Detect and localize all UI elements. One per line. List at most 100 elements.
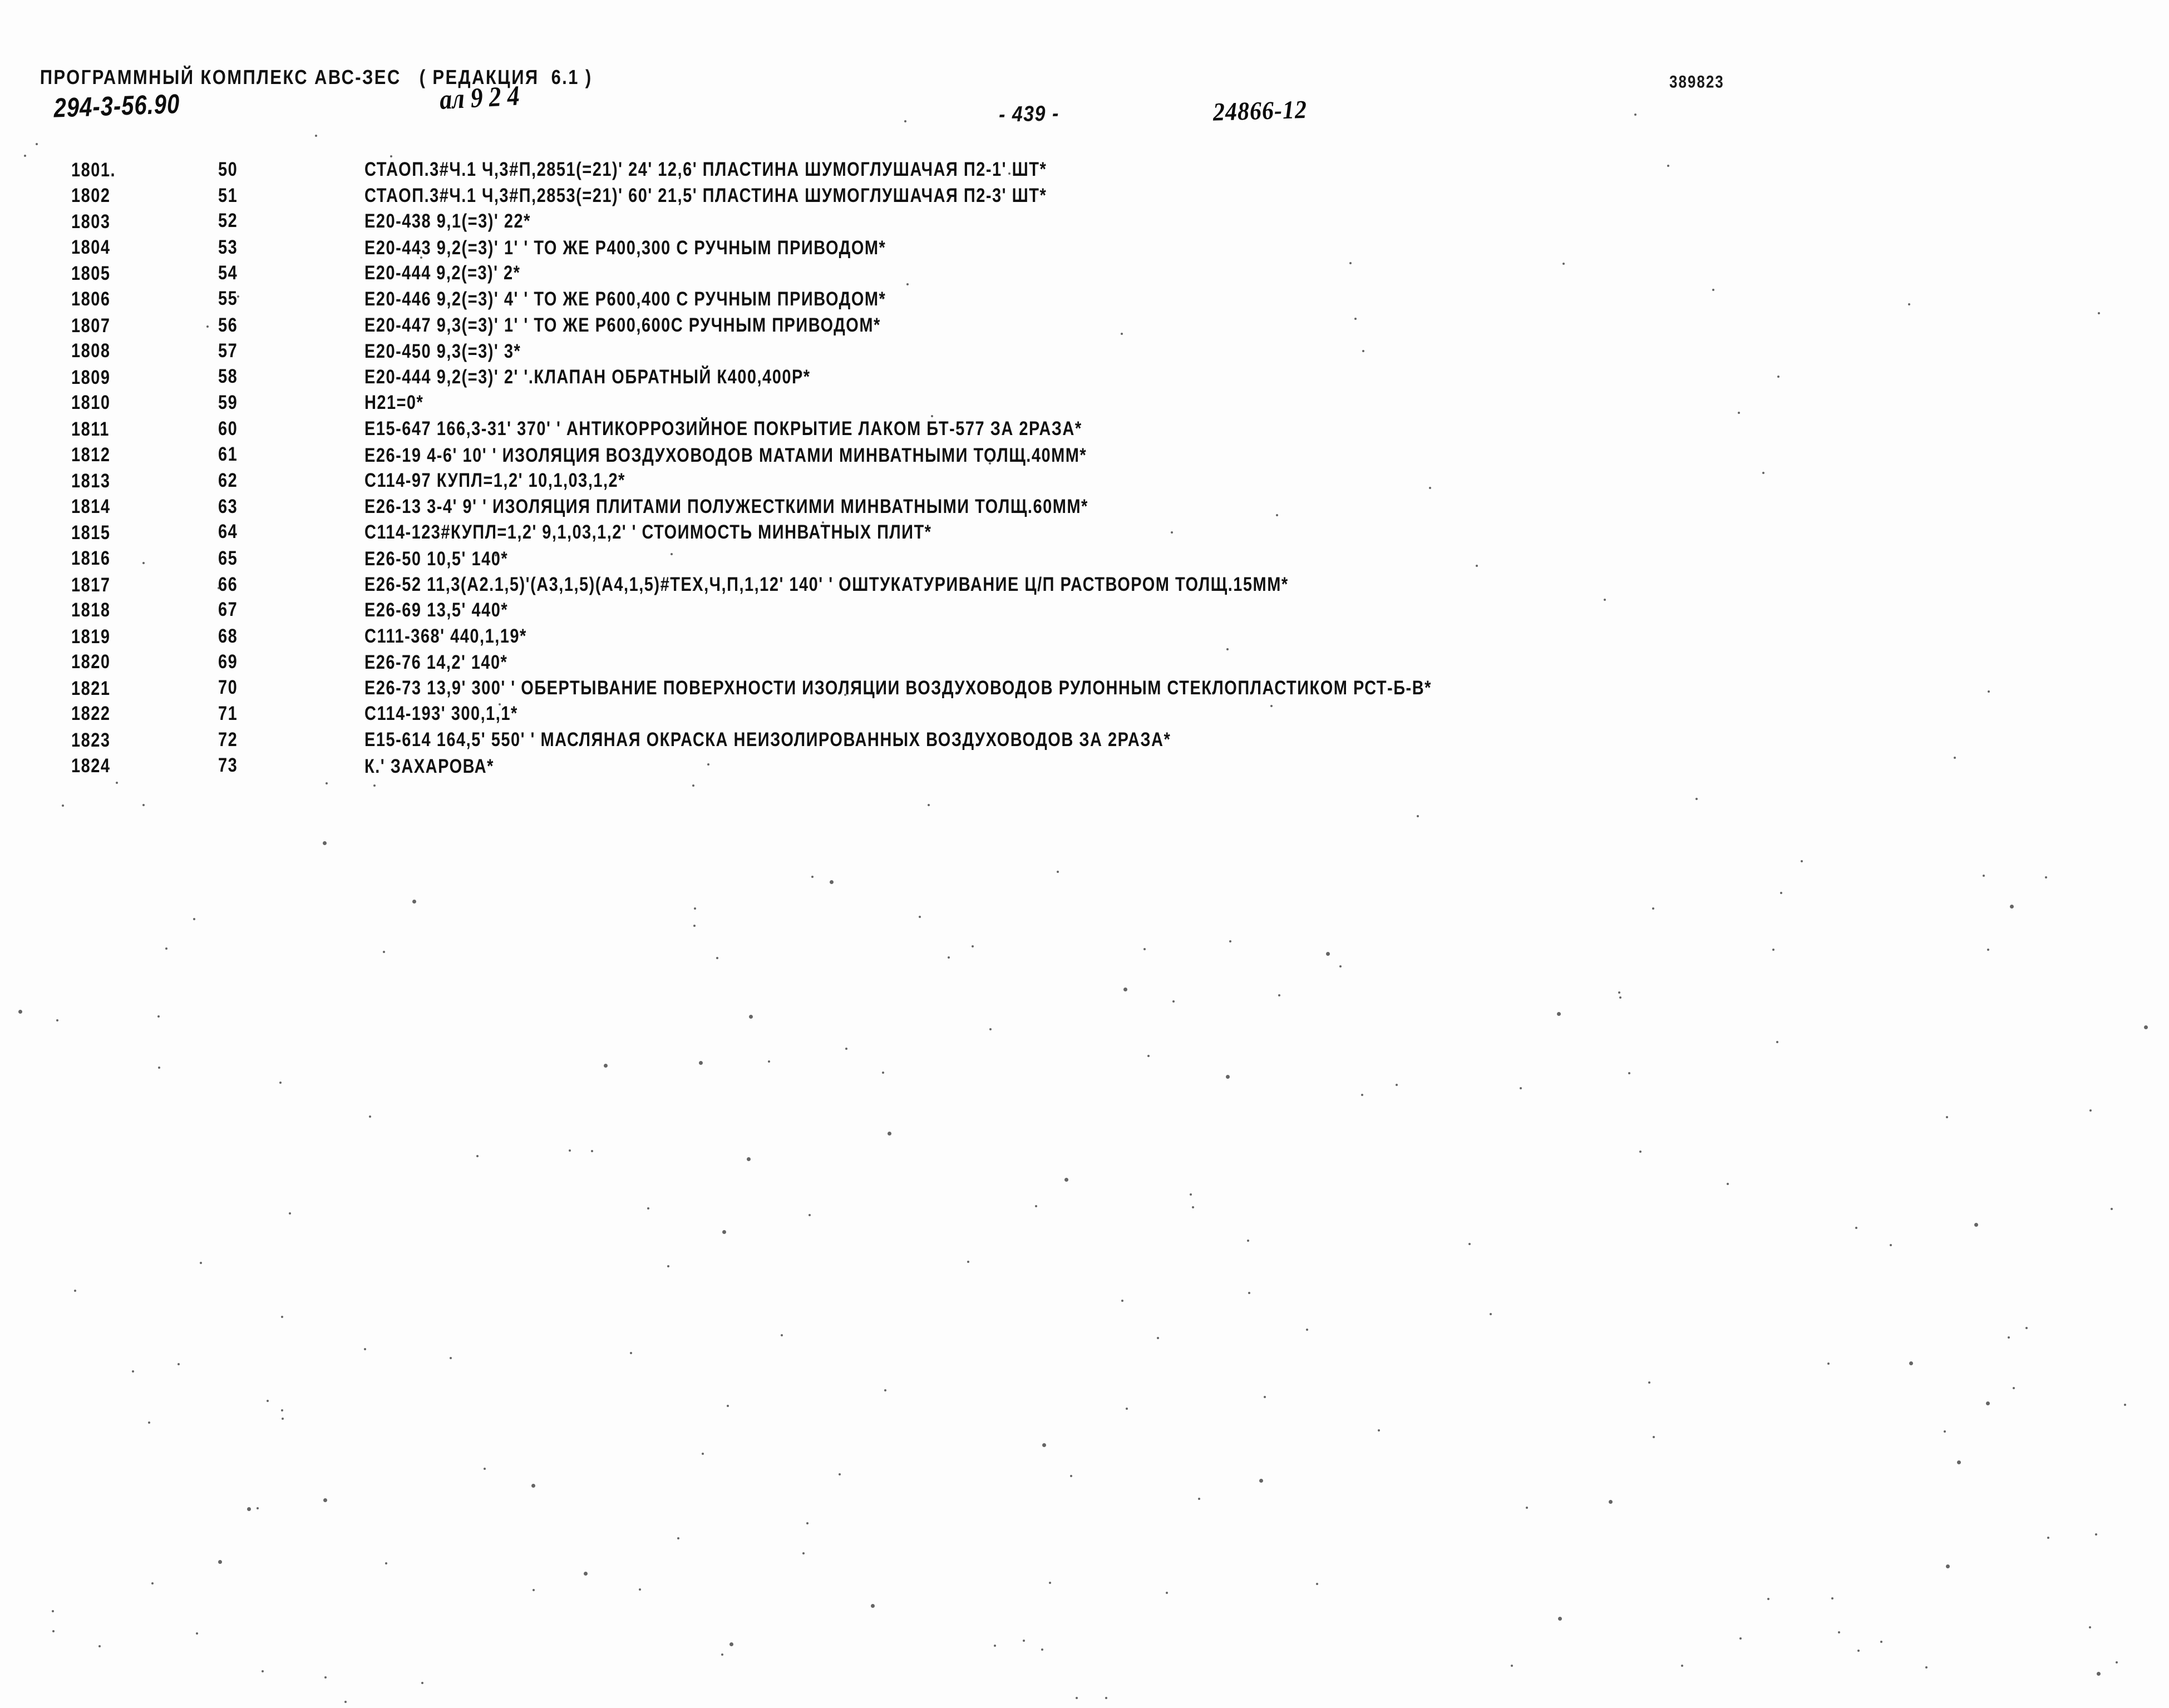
listing-statement-text: СТАОП.3#Ч.1 Ч,3#П,2851(=21)' 24' 12,6' П… (364, 159, 1047, 181)
listing-row: 1809 58 Е20-444 9,2(=3)' 2' '.КЛАПАН ОБРАТ… (0, 366, 2169, 393)
listing-sequence-number: 1818 (71, 600, 111, 621)
listing-statement-text: Е20-438 9,1(=3)' 22* (364, 211, 531, 233)
listing-row: 1805 54 Е20-444 9,2(=3)' 2* (0, 263, 2169, 289)
listing-line-number: 64 (218, 521, 238, 543)
listing-statement-text: Е20-447 9,3(=3)' 1' ' ТО ЖЕ Р600,600С РУ… (364, 314, 881, 336)
listing-sequence-number: 1822 (71, 703, 111, 725)
listing-line-number: 72 (218, 729, 238, 751)
listing-statement-text: Е26-52 11,3(А2.1,5)'(А3,1,5)(А4,1,5)#ТЕХ… (364, 574, 1289, 595)
listing-line-number: 73 (218, 754, 238, 777)
listing-line-number: 61 (218, 443, 238, 465)
listing-sequence-number: 1802 (71, 185, 111, 206)
listing-statement-text: С114-193' 300,1,1* (364, 703, 518, 725)
listing-line-number: 68 (218, 625, 238, 648)
listing-sequence-number: 1806 (71, 288, 111, 310)
listing-line-number: 63 (218, 496, 238, 518)
listing-row: 1803 52 Е20-438 9,1(=3)' 22* (0, 210, 2169, 237)
listing-statement-text: Е26-73 13,9' 300' ' ОБЕРТЫВАНИЕ ПОВЕРХНО… (364, 677, 1432, 699)
listing-row: 1813 62 С114-97 КУПЛ=1,2' 10,1,03,1,2* (0, 470, 2169, 496)
listing-line-number: 51 (218, 185, 238, 206)
listing-statement-text: Е26-50 10,5' 140* (364, 548, 509, 570)
listing-line-number: 55 (218, 288, 238, 310)
listing-sequence-number: 1809 (71, 367, 111, 389)
listing-sequence-number: 1813 (71, 471, 111, 492)
listing-row: 1819 68 С111-368' 440,1,19* (0, 626, 2169, 652)
scanned-printout-page: ПРОГРАММНЫЙ КОМПЛЕКС АВС-ЗЕС ( РЕДАКЦИЯ … (0, 0, 2169, 1708)
listing-statement-text: Е20-443 9,2(=3)' 1' ' ТО ЖЕ Р400,300 С Р… (364, 237, 886, 259)
listing-sequence-number: 1817 (71, 574, 111, 596)
listing-statement-text: С111-368' 440,1,19* (364, 625, 527, 648)
listing-row: 1802 51 СТАОП.3#Ч.1 Ч,3#П,2853(=21)' 60' 2… (0, 185, 2169, 211)
document-code: 294-3-56.90 (53, 89, 180, 124)
listing-statement-text: С114-123#КУПЛ=1,2' 9,1,03,1,2' ' СТОИМОС… (364, 522, 932, 544)
listing-statement-text: Е15-647 166,3-31' 370' ' АНТИКОРРОЗИЙНОЕ… (364, 418, 1082, 440)
listing-line-number: 65 (218, 547, 238, 570)
listing-row: 1801. 50 СТАОП.3#Ч.1 Ч,3#П,2851(=21)' 24' … (0, 159, 2169, 185)
listing-sequence-number: 1807 (71, 315, 111, 337)
listing-row: 1822 71 С114-193' 300,1,1* (0, 703, 2169, 729)
listing-sequence-number: 1814 (71, 496, 111, 518)
listing-sequence-number: 1811 (71, 418, 110, 441)
listing-sequence-number: 1816 (71, 547, 111, 570)
listing-sequence-number: 1801. (71, 160, 116, 181)
listing-sequence-number: 1812 (71, 444, 111, 466)
listing-statement-text: Е20-446 9,2(=3)' 4' ' ТО ЖЕ Р600,400 С Р… (364, 288, 886, 310)
listing-sequence-number: 1819 (71, 626, 111, 648)
page-number: - 439 - (998, 101, 1060, 127)
listing-row: 1811 60 Е15-647 166,3-31' 370' ' АНТИКОРРО… (0, 418, 2169, 445)
listing-statement-text: Е20-444 9,2(=3)' 2* (364, 263, 521, 284)
listing-row: 1823 72 Е15-614 164,5' 550' ' МАСЛЯНАЯ ОКР… (0, 729, 2169, 756)
listing-sequence-number: 1803 (71, 211, 111, 233)
listing-sequence-number: 1808 (71, 340, 111, 362)
listing-statement-text: Е15-614 164,5' 550' ' МАСЛЯНАЯ ОКРАСКА Н… (364, 729, 1171, 751)
listing-line-number: 57 (218, 340, 238, 362)
listing-statement-text: Е26-69 13,5' 440* (364, 600, 509, 621)
listing-sequence-number: 1805 (71, 263, 111, 285)
listing-row: 1814 63 Е26-13 3-4' 9' ' ИЗОЛЯЦИЯ ПЛИТАМИ … (0, 496, 2169, 522)
listing-row: 1807 56 Е20-447 9,3(=3)' 1' ' ТО ЖЕ Р600,6… (0, 315, 2169, 341)
listing-row: 1808 57 Е20-450 9,3(=3)' 3* (0, 340, 2169, 367)
listing-line-number: 71 (218, 703, 238, 725)
listing-sequence-number: 1823 (71, 730, 111, 752)
listing-row: 1824 73 К.' ЗАХАРОВА* (0, 754, 2169, 782)
listing-row: 1816 65 Е26-50 10,5' 140* (0, 548, 2169, 574)
listing-row: 1806 55 Е20-446 9,2(=3)' 4' ' ТО ЖЕ Р600,4… (0, 288, 2169, 315)
listing-sequence-number: 1815 (71, 522, 111, 544)
listing-statement-text: Е26-76 14,2' 140* (364, 652, 508, 674)
listing-line-number: 67 (218, 599, 238, 621)
listing-line-number: 52 (218, 210, 238, 232)
listing-statement-text: Н21=0* (364, 392, 424, 414)
listing-row: 1810 59 Н21=0* (0, 392, 2169, 418)
listing-sequence-number: 1804 (71, 236, 111, 259)
document-number: 24866-12 (1212, 96, 1308, 127)
listing-sequence-number: 1820 (71, 651, 111, 673)
listing-row: 1815 64 С114-123#КУПЛ=1,2' 9,1,03,1,2' ' С… (0, 521, 2169, 548)
handwritten-note: ал 9 2 4 (438, 80, 520, 116)
listing-line-number: 60 (218, 418, 238, 440)
listing-line-number: 58 (218, 366, 238, 388)
listing-sequence-number: 1821 (71, 678, 111, 700)
listing-statement-text: СТАОП.3#Ч.1 Ч,3#П,2853(=21)' 60' 21,5' П… (364, 185, 1047, 206)
listing-line-number: 53 (218, 236, 238, 259)
listing-row: 1818 67 Е26-69 13,5' 440* (0, 599, 2169, 626)
listing-sequence-number: 1824 (71, 755, 111, 777)
listing-line-number: 66 (218, 574, 238, 595)
listing-row: 1812 61 Е26-19 4-6' 10' ' ИЗОЛЯЦИЯ ВОЗДУХО… (0, 443, 2169, 471)
listing-statement-text: Е26-19 4-6' 10' ' ИЗОЛЯЦИЯ ВОЗДУХОВОДОВ … (364, 445, 1087, 466)
corner-stamp-number: 389823 (1669, 71, 1724, 92)
listing-statement-text: Е26-13 3-4' 9' ' ИЗОЛЯЦИЯ ПЛИТАМИ ПОЛУЖЕ… (364, 496, 1088, 518)
listing-line-number: 56 (218, 314, 238, 336)
listing-statement-text: Е20-450 9,3(=3)' 3* (364, 341, 521, 363)
listing-row: 1821 70 Е26-73 13,9' 300' ' ОБЕРТЫВАНИЕ ПО… (0, 677, 2169, 704)
listing-row: 1804 53 Е20-443 9,2(=3)' 1' ' ТО ЖЕ Р400,3… (0, 237, 2169, 263)
listing-statement-text: Е20-444 9,2(=3)' 2' '.КЛАПАН ОБРАТНЫЙ К4… (364, 366, 811, 388)
listing-row: 1820 69 Е26-76 14,2' 140* (0, 651, 2169, 678)
listing-statement-text: К.' ЗАХАРОВА* (364, 756, 494, 778)
listing-statement-text: С114-97 КУПЛ=1,2' 10,1,03,1,2* (364, 470, 625, 492)
listing-line-number: 69 (218, 651, 238, 673)
listing-line-number: 59 (218, 392, 238, 414)
listing-row: 1817 66 Е26-52 11,3(А2.1,5)'(А3,1,5)(А4,1,… (0, 574, 2169, 600)
listing-line-number: 70 (218, 677, 238, 699)
listing-line-number: 62 (218, 470, 238, 492)
listing-sequence-number: 1810 (71, 392, 111, 414)
